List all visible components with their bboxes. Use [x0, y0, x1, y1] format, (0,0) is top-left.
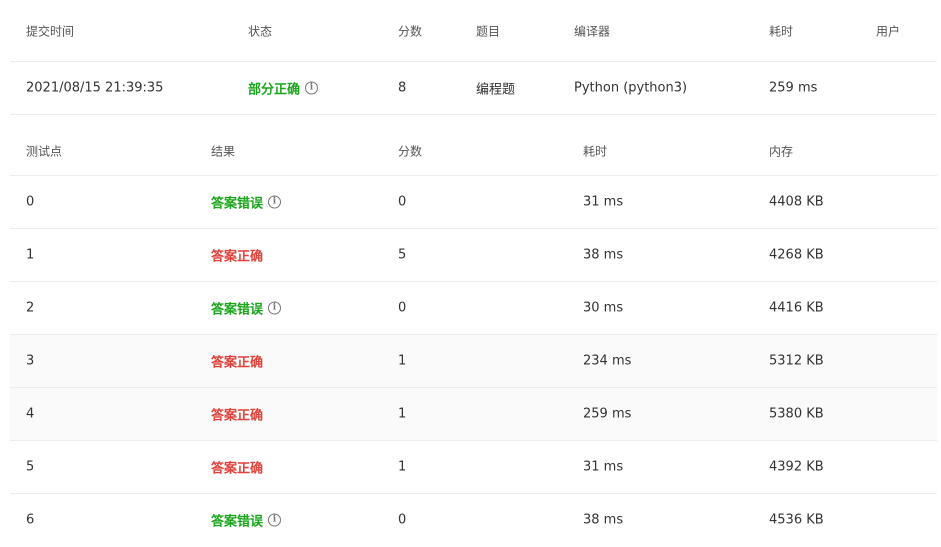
header-memory: 内存	[769, 144, 794, 159]
test-duration: 30 ms	[583, 300, 624, 316]
test-duration: 259 ms	[583, 406, 632, 422]
test-point: 6	[26, 512, 35, 528]
header-result: 结果	[211, 144, 236, 159]
info-circle-icon[interactable]: i	[268, 513, 282, 527]
test-result-label: 答案错误	[211, 302, 264, 318]
submission-duration: 259 ms	[769, 80, 818, 96]
info-circle-icon[interactable]: i	[268, 301, 282, 315]
test-score: 5	[398, 247, 407, 263]
test-result: 答案正确	[211, 246, 263, 265]
test-point: 0	[26, 194, 35, 210]
test-memory: 4268 KB	[769, 247, 824, 263]
submission-score: 8	[398, 80, 407, 96]
header-tc-score: 分数	[398, 144, 423, 159]
submission-status: 部分正确 i	[248, 79, 319, 98]
header-problem: 题目	[476, 24, 501, 39]
test-memory: 4392 KB	[769, 459, 824, 475]
test-score: 0	[398, 512, 407, 528]
test-score: 1	[398, 459, 407, 475]
header-duration: 耗时	[769, 24, 794, 39]
testcase-table: 测试点 结果 分数 耗时 内存 0 答案错误 i 0 31 ms 4408 KB…	[10, 114, 937, 547]
submit-time: 2021/08/15 21:39:35	[26, 80, 164, 96]
test-result: 答案错误 i	[211, 511, 282, 530]
test-point: 5	[26, 459, 35, 475]
info-circle-icon[interactable]: i	[305, 81, 319, 95]
test-result: 答案正确	[211, 352, 263, 371]
test-duration: 31 ms	[583, 459, 624, 475]
test-result-label: 答案错误	[211, 514, 264, 530]
test-duration: 234 ms	[583, 353, 632, 369]
table-row: 3 答案正确 1 234 ms 5312 KB	[10, 335, 937, 388]
test-score: 1	[398, 406, 407, 422]
table-row: 0 答案错误 i 0 31 ms 4408 KB	[10, 176, 937, 229]
header-compiler: 编译器	[574, 24, 611, 39]
test-memory: 4408 KB	[769, 194, 824, 210]
test-result: 答案正确	[211, 458, 263, 477]
header-score: 分数	[398, 24, 423, 39]
test-point: 4	[26, 406, 35, 422]
test-duration: 38 ms	[583, 512, 624, 528]
test-point: 3	[26, 353, 35, 369]
test-result-label: 答案正确	[211, 461, 264, 477]
test-result: 答案错误 i	[211, 299, 282, 318]
test-result: 答案错误 i	[211, 193, 282, 212]
submission-row: 2021/08/15 21:39:35 部分正确 i 8 编程题 Python …	[10, 62, 937, 115]
test-result: 答案正确	[211, 405, 263, 424]
test-memory: 5380 KB	[769, 406, 824, 422]
header-submit-time: 提交时间	[26, 24, 75, 39]
test-duration: 31 ms	[583, 194, 624, 210]
table-row: 2 答案错误 i 0 30 ms 4416 KB	[10, 282, 937, 335]
problem-name[interactable]: 编程题	[476, 79, 515, 98]
test-score: 0	[398, 194, 407, 210]
submission-header-row: 提交时间 状态 分数 题目 编译器 耗时 用户	[10, 0, 937, 62]
header-status: 状态	[248, 24, 273, 39]
table-row: 6 答案错误 i 0 38 ms 4536 KB	[10, 494, 937, 547]
test-score: 1	[398, 353, 407, 369]
test-memory: 4416 KB	[769, 300, 824, 316]
test-duration: 38 ms	[583, 247, 624, 263]
table-row: 4 答案正确 1 259 ms 5380 KB	[10, 388, 937, 441]
header-user: 用户	[876, 24, 901, 39]
test-memory: 4536 KB	[769, 512, 824, 528]
test-point: 2	[26, 300, 35, 316]
header-test-point: 测试点	[26, 144, 63, 159]
submission-table: 提交时间 状态 分数 题目 编译器 耗时 用户 2021/08/15 21:39…	[10, 0, 937, 115]
compiler-name: Python (python3)	[574, 80, 688, 96]
submission-status-label: 部分正确	[248, 82, 301, 98]
table-row: 5 答案正确 1 31 ms 4392 KB	[10, 441, 937, 494]
test-result-label: 答案正确	[211, 355, 264, 371]
testcase-header-row: 测试点 结果 分数 耗时 内存	[10, 114, 937, 176]
table-row: 1 答案正确 5 38 ms 4268 KB	[10, 229, 937, 282]
test-result-label: 答案正确	[211, 249, 264, 265]
test-score: 0	[398, 300, 407, 316]
test-result-label: 答案正确	[211, 408, 264, 424]
test-memory: 5312 KB	[769, 353, 824, 369]
test-result-label: 答案错误	[211, 196, 264, 212]
info-circle-icon[interactable]: i	[268, 195, 282, 209]
header-tc-duration: 耗时	[583, 144, 608, 159]
test-point: 1	[26, 247, 35, 263]
